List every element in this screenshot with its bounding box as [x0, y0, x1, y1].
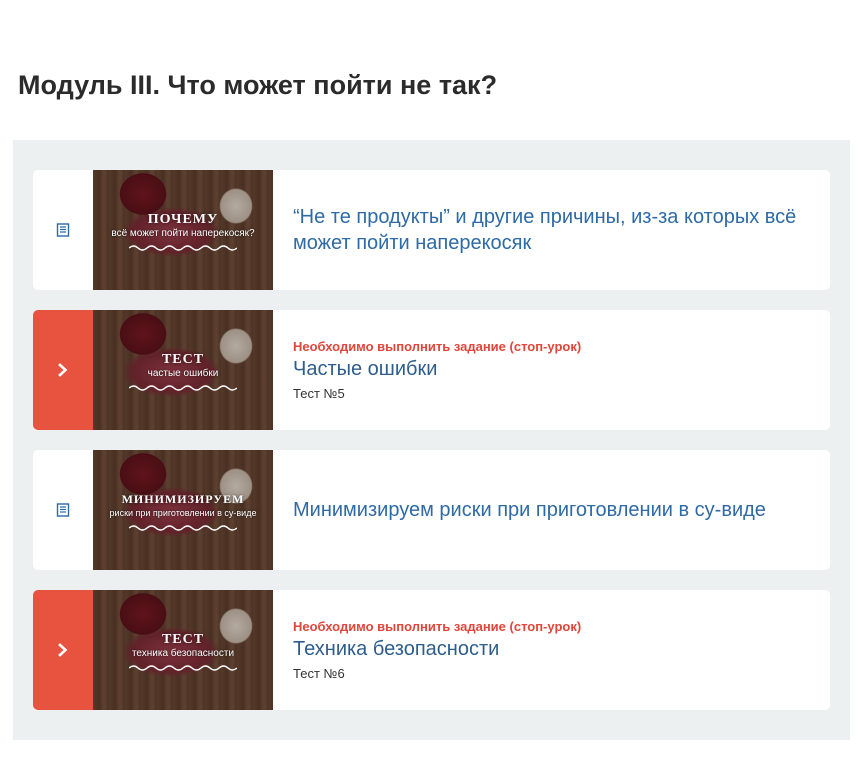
lesson-thumbnail[interactable]: Почему всё может пойти наперекосяк? — [93, 170, 273, 290]
document-icon — [56, 223, 70, 237]
wave-decoration — [129, 525, 237, 531]
thumbnail-title: Почему — [147, 212, 219, 227]
lesson-title-link[interactable]: Минимизируем риски при приготовлении в с… — [293, 497, 810, 523]
lesson-item[interactable]: Минимизируем риски при приготовлении в с… — [33, 450, 830, 570]
lesson-type-indicator — [33, 450, 93, 570]
lesson-type-indicator — [33, 170, 93, 290]
wave-decoration — [129, 665, 237, 671]
lesson-item[interactable]: Тест частые ошибки Необходимо выполнить … — [33, 310, 830, 430]
thumbnail-title: Минимизируем — [121, 492, 245, 506]
lesson-title-link[interactable]: “Не те продукты” и другие причины, из-за… — [293, 204, 810, 256]
thumbnail-subtitle: техника безопасности — [131, 648, 235, 659]
wave-decoration — [129, 245, 237, 251]
lesson-type-indicator[interactable] — [33, 310, 93, 430]
thumbnail-title: Тест — [161, 632, 205, 647]
lesson-title-link[interactable]: Частые ошибки — [293, 356, 810, 382]
lesson-type-indicator[interactable] — [33, 590, 93, 710]
lesson-thumbnail[interactable]: Минимизируем риски при приготовлении в с… — [93, 450, 273, 570]
stop-lesson-warning: Необходимо выполнить задание (стоп-урок) — [293, 619, 582, 634]
lesson-thumbnail[interactable]: Тест частые ошибки — [93, 310, 273, 430]
wave-decoration — [129, 385, 237, 391]
stop-lesson-warning: Необходимо выполнить задание (стоп-урок) — [293, 339, 582, 354]
thumbnail-subtitle: частые ошибки — [147, 368, 219, 379]
document-icon — [56, 503, 70, 517]
test-number: Тест №6 — [293, 666, 345, 681]
thumbnail-subtitle: риски при приготовлении в су-виде — [109, 508, 257, 518]
lesson-thumbnail[interactable]: Тест техника безопасности — [93, 590, 273, 710]
module-title: Модуль III. Что может пойти не так? — [18, 70, 498, 100]
chevron-right-icon — [57, 643, 69, 657]
lesson-item[interactable]: Почему всё может пойти наперекосяк? “Не … — [33, 170, 830, 290]
lesson-title-link[interactable]: Техника безопасности — [293, 636, 810, 662]
lessons-list: Почему всё может пойти наперекосяк? “Не … — [13, 140, 850, 740]
test-number: Тест №5 — [293, 386, 345, 401]
thumbnail-title: Тест — [161, 352, 205, 367]
lesson-item[interactable]: Тест техника безопасности Необходимо вып… — [33, 590, 830, 710]
chevron-right-icon — [57, 363, 69, 377]
thumbnail-subtitle: всё может пойти наперекосяк? — [111, 228, 255, 239]
